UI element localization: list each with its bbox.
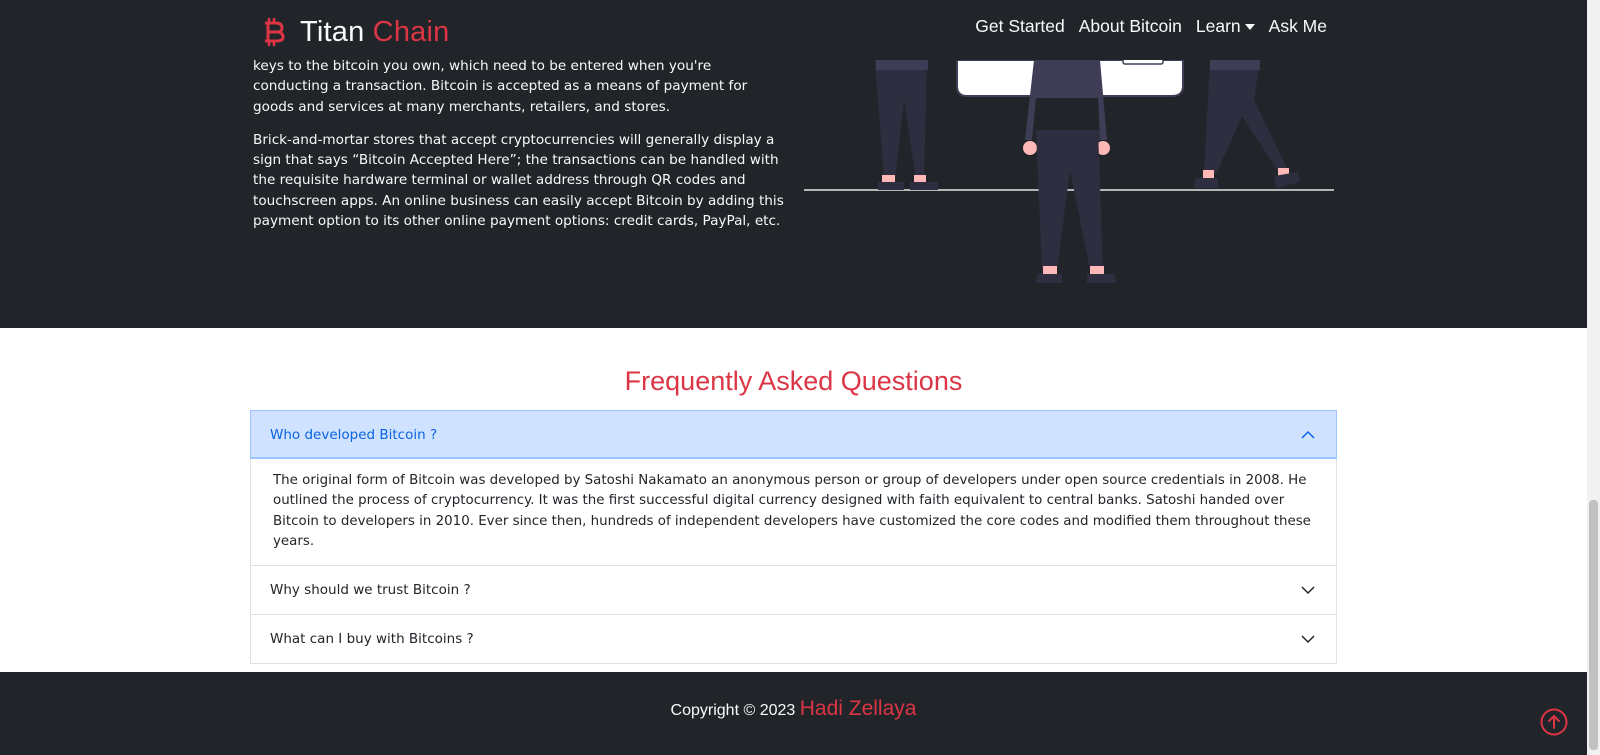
hero-paragraph: Brick-and-mortar stores that accept cryp… bbox=[253, 131, 784, 230]
faq-question: Why should we trust Bitcoin ? bbox=[270, 582, 471, 599]
chevron-up-icon bbox=[1301, 430, 1315, 439]
faq-accordion: Who developed Bitcoin ? The original for… bbox=[250, 410, 1337, 665]
hero-paragraph: keys to the bitcoin you own, which need … bbox=[253, 58, 748, 115]
page-scrollbar[interactable] bbox=[1587, 0, 1600, 755]
brand-name: Titan Chain bbox=[300, 16, 449, 49]
brand-name-main: Titan bbox=[300, 15, 365, 48]
hero-text: keys to the bitcoin you own, which need … bbox=[253, 56, 788, 244]
nav-ask-me[interactable]: Ask Me bbox=[1269, 16, 1327, 37]
faq-item: What can I buy with Bitcoins ? bbox=[250, 615, 1337, 665]
bitcoin-icon bbox=[265, 17, 285, 47]
copyright-text: Copyright © 2023 bbox=[670, 702, 796, 719]
footer: Copyright © 2023 Hadi Zellaya bbox=[0, 672, 1587, 755]
navbar: Titan Chain Get Started About Bitcoin Le… bbox=[0, 0, 1587, 60]
faq-question: Who developed Bitcoin ? bbox=[270, 426, 438, 443]
faq-item: Why should we trust Bitcoin ? bbox=[250, 566, 1337, 616]
nav-get-started[interactable]: Get Started bbox=[975, 16, 1065, 37]
brand-name-accent: Chain bbox=[372, 15, 450, 48]
chevron-down-icon bbox=[1301, 586, 1315, 595]
nav-links: Get Started About Bitcoin Learn Ask Me bbox=[975, 16, 1327, 37]
page: keys to the bitcoin you own, which need … bbox=[0, 0, 1587, 755]
scrollbar-thumb[interactable] bbox=[1589, 500, 1598, 750]
faq-title: Frequently Asked Questions bbox=[624, 366, 963, 396]
arrow-up-circle-icon[interactable] bbox=[1540, 708, 1568, 736]
brand-logo[interactable]: Titan Chain bbox=[260, 10, 449, 54]
nav-learn-label: Learn bbox=[1195, 16, 1241, 36]
faq-answer: The original form of Bitcoin was develop… bbox=[273, 473, 1311, 549]
chevron-down-icon bbox=[1301, 635, 1315, 644]
people-illustration bbox=[804, 57, 1334, 283]
faq-item: Who developed Bitcoin ? The original for… bbox=[250, 410, 1337, 567]
nav-about-bitcoin[interactable]: About Bitcoin bbox=[1079, 16, 1182, 37]
faq-question-button[interactable]: What can I buy with Bitcoins ? bbox=[251, 615, 1336, 663]
nav-learn-dropdown[interactable]: Learn bbox=[1196, 16, 1255, 37]
author-name: Hadi Zellaya bbox=[799, 697, 917, 720]
footer-copyright: Copyright © 2023 Hadi Zellaya bbox=[0, 697, 1587, 721]
caret-down-icon bbox=[1244, 23, 1255, 30]
faq-question-button[interactable]: Who developed Bitcoin ? bbox=[250, 410, 1337, 459]
faq-question-button[interactable]: Why should we trust Bitcoin ? bbox=[251, 566, 1336, 614]
faq-question: What can I buy with Bitcoins ? bbox=[270, 631, 474, 648]
